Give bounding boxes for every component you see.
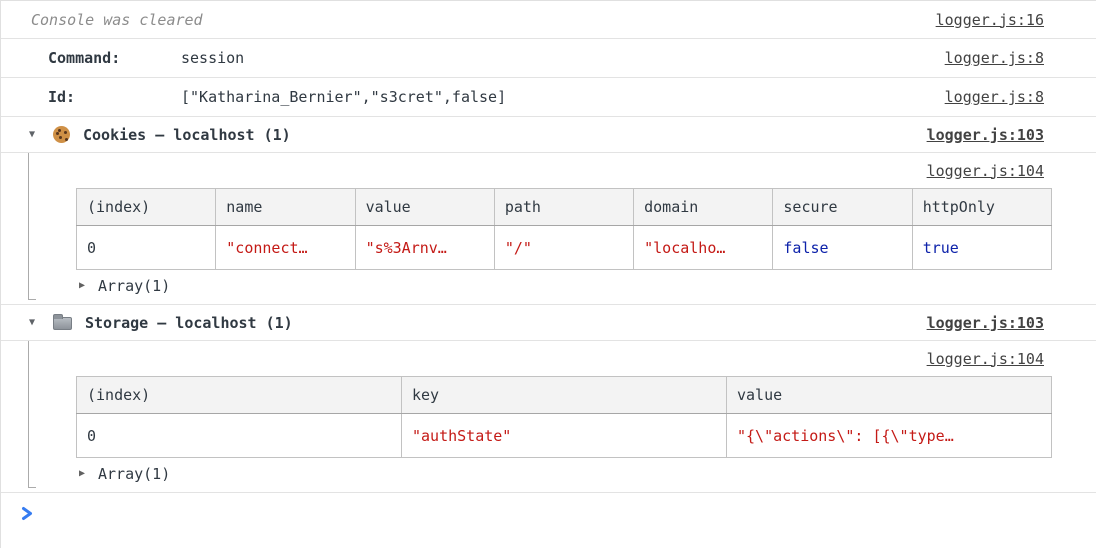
group-title: Cookies – localhost (1) [83,126,291,144]
log-label: Command: [48,49,181,67]
cookie-icon [53,126,70,143]
table-message-row: logger.js:104 [1,153,1096,188]
array-expandable[interactable]: Array(1) [1,270,1096,301]
table-message-row: logger.js:104 [1,341,1096,376]
array-label: Array(1) [98,465,170,483]
storage-table: (index) key value 0 "authState" "{\"acti… [76,376,1052,458]
console-message-id: Id: ["Katharina_Bernier","s3cret",false]… [1,78,1096,117]
cell-path: "/" [494,226,633,270]
console-prompt[interactable] [1,493,1096,536]
column-header-value[interactable]: value [727,377,1052,414]
group-header-storage[interactable]: Storage – localhost (1) logger.js:103 [1,305,1096,341]
group-body-storage: logger.js:104 (index) key value 0 "authS… [1,341,1096,493]
column-header-httponly[interactable]: httpOnly [912,189,1051,226]
column-header-path[interactable]: path [494,189,633,226]
console-message-command: Command: session logger.js:8 [1,39,1096,78]
cookies-table: (index) name value path domain secure ht… [76,188,1052,270]
source-link[interactable]: logger.js:8 [945,49,1044,67]
column-header-index[interactable]: (index) [77,377,402,414]
source-link[interactable]: logger.js:103 [927,126,1044,144]
array-expandable[interactable]: Array(1) [1,458,1096,489]
triangle-collapsed-icon[interactable] [79,468,98,479]
cell-index: 0 [77,226,216,270]
log-value: ["Katharina_Bernier","s3cret",false] [181,88,506,106]
prompt-chevron-icon [21,506,34,521]
cell-name: "connect… [216,226,355,270]
source-link[interactable]: logger.js:103 [927,314,1044,332]
group-body-cookies: logger.js:104 (index) name value path do… [1,153,1096,305]
column-header-secure[interactable]: secure [773,189,912,226]
table-row: 0 "authState" "{\"actions\": [{\"type… [77,414,1052,458]
cell-value: "s%3Arnv… [355,226,494,270]
column-header-index[interactable]: (index) [77,189,216,226]
cell-secure: false [773,226,912,270]
triangle-collapsed-icon[interactable] [79,280,98,291]
triangle-expanded-icon[interactable] [29,317,53,328]
array-label: Array(1) [98,277,170,295]
devtools-console-panel: Console was cleared logger.js:16 Command… [0,0,1096,548]
group-header-cookies[interactable]: Cookies – localhost (1) logger.js:103 [1,117,1096,153]
table-row: 0 "connect… "s%3Arnv… "/" "localho… fals… [77,226,1052,270]
cell-value: "{\"actions\": [{\"type… [727,414,1052,458]
source-link[interactable]: logger.js:8 [945,88,1044,106]
column-header-key[interactable]: key [402,377,727,414]
group-title: Storage – localhost (1) [85,314,293,332]
table-header-row: (index) name value path domain secure ht… [77,189,1052,226]
log-value: session [181,49,244,67]
column-header-domain[interactable]: domain [634,189,773,226]
triangle-expanded-icon[interactable] [29,129,53,140]
cell-key: "authState" [402,414,727,458]
cell-httponly: true [912,226,1051,270]
console-cleared-text: Console was cleared [31,11,203,29]
column-header-name[interactable]: name [216,189,355,226]
source-link[interactable]: logger.js:104 [927,162,1044,180]
source-link[interactable]: logger.js:104 [927,350,1044,368]
folder-icon [53,317,72,330]
cell-index: 0 [77,414,402,458]
table-header-row: (index) key value [77,377,1052,414]
cell-domain: "localho… [634,226,773,270]
column-header-value[interactable]: value [355,189,494,226]
source-link[interactable]: logger.js:16 [936,11,1044,29]
group-indent-guide [28,153,36,300]
console-message-cleared: Console was cleared logger.js:16 [1,1,1096,39]
log-label: Id: [48,88,181,106]
group-indent-guide [28,341,36,488]
